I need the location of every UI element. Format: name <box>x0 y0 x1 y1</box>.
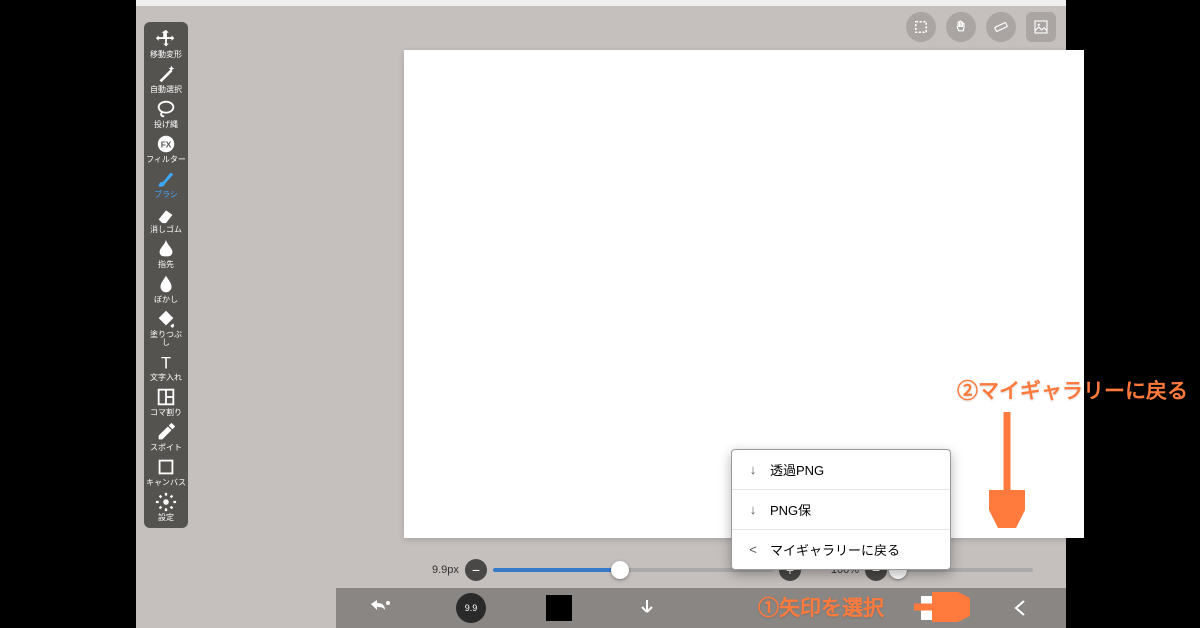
size-minus[interactable]: − <box>465 559 487 581</box>
svg-text:FX: FX <box>161 141 172 150</box>
menu-label: 透過PNG <box>770 460 824 479</box>
export-menu: ↓ 透過PNG ↓ PNG保 < マイギャラリーに戻る <box>731 449 951 570</box>
menu-label: マイギャラリーに戻る <box>770 540 900 559</box>
tool-filter[interactable]: FXフィルター <box>146 131 186 166</box>
app-frame: 9.9px − + 100% − 9.9 2 ↓透過PNG ↓PNG保 <マイギ… <box>136 0 1066 628</box>
menu-label: PNG保 <box>770 500 811 519</box>
tool-fill[interactable]: 塗りつぶし <box>146 306 186 349</box>
tool-lasso[interactable]: 投げ縄 <box>146 96 186 131</box>
size-slider[interactable] <box>493 568 773 572</box>
annotation-step2: ②マイギャラリーに戻る <box>957 375 1188 405</box>
tool-sidebar: 移動変形 自動選択 投げ縄 FXフィルター ブラシ 消しゴム 指先 ぼかし 塗り… <box>144 22 188 528</box>
tool-text[interactable]: T文字入れ <box>146 349 186 384</box>
tool-blur[interactable]: ぼかし <box>146 271 186 306</box>
tool-move[interactable]: 移動変形 <box>146 26 186 61</box>
ruler-icon[interactable] <box>986 12 1016 42</box>
status-bar <box>136 0 1066 6</box>
brush-size-icon[interactable]: 9.9 <box>456 593 486 623</box>
tool-settings[interactable]: 設定 <box>146 489 186 524</box>
size-label: 9.9px <box>432 564 459 576</box>
download-arrow-icon[interactable] <box>632 593 662 623</box>
svg-text:T: T <box>161 354 171 372</box>
annotation-step1: ①矢印を選択 <box>758 592 884 622</box>
chevron-left-icon: < <box>746 542 760 557</box>
undo-redo-icon[interactable] <box>366 593 396 623</box>
download-icon: ↓ <box>746 502 760 517</box>
tool-smudge[interactable]: 指先 <box>146 236 186 271</box>
tool-wand[interactable]: 自動選択 <box>146 61 186 96</box>
menu-png[interactable]: ↓ PNG保 <box>732 490 950 530</box>
arrow-down-icon <box>989 408 1025 528</box>
tool-dropper[interactable]: スポイト <box>146 419 186 454</box>
menu-png-transparent[interactable]: ↓ 透過PNG <box>732 450 950 490</box>
color-swatch[interactable] <box>546 595 572 621</box>
back-arrow-icon[interactable] <box>1006 593 1036 623</box>
tool-canvas[interactable]: キャンバス <box>146 454 186 489</box>
marquee-icon[interactable] <box>906 12 936 42</box>
reference-icon[interactable] <box>1026 12 1056 42</box>
top-icons <box>906 12 1056 42</box>
menu-back-gallery[interactable]: < マイギャラリーに戻る <box>732 530 950 569</box>
arrow-right-icon <box>910 592 970 622</box>
tool-brush[interactable]: ブラシ <box>146 166 186 201</box>
tool-eraser[interactable]: 消しゴム <box>146 201 186 236</box>
download-icon: ↓ <box>746 462 760 477</box>
tool-frame[interactable]: コマ割り <box>146 384 186 419</box>
hand-icon[interactable] <box>946 12 976 42</box>
